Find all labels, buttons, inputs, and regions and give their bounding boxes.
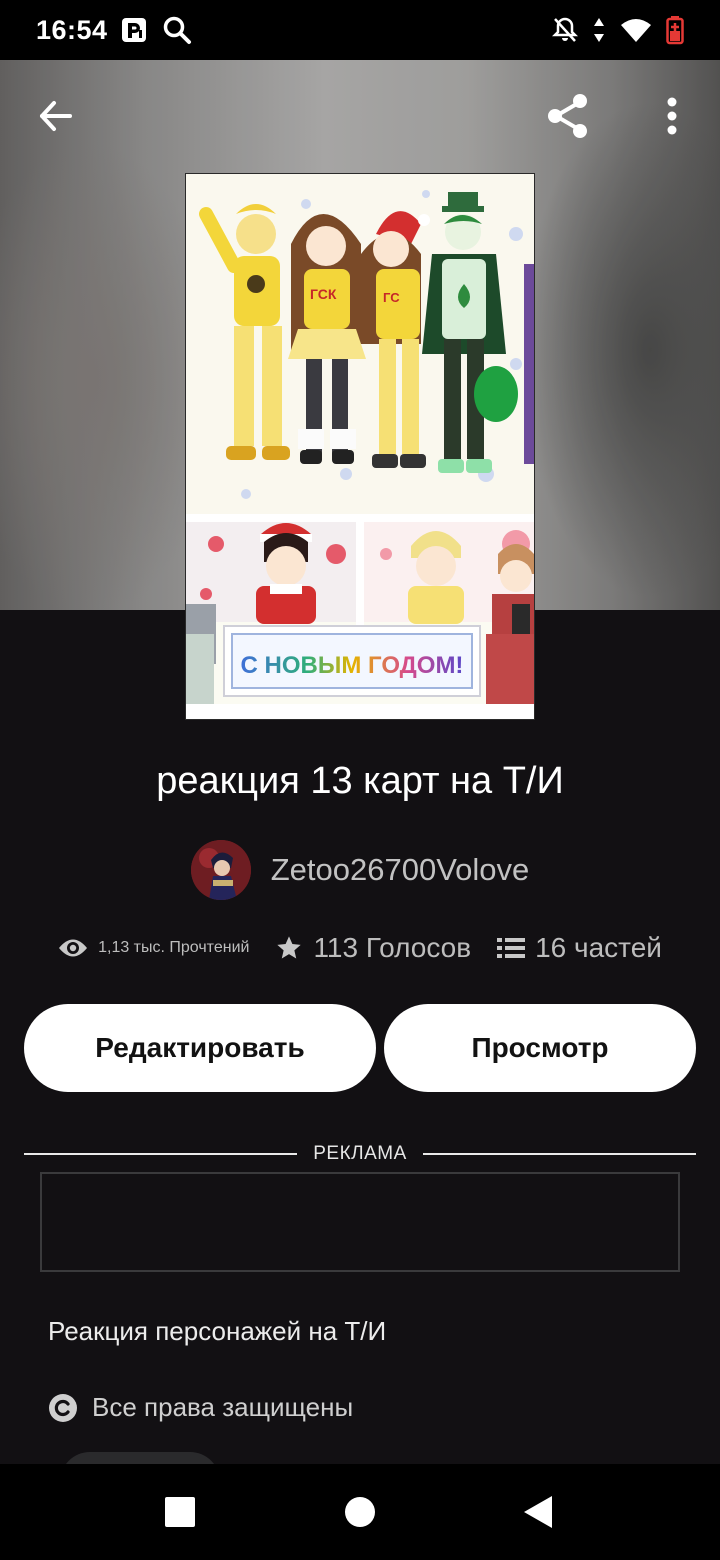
home-button[interactable] xyxy=(332,1484,388,1540)
story-description: Реакция персонажей на Т/И xyxy=(48,1316,387,1346)
square-icon xyxy=(165,1497,195,1527)
divider-line-left xyxy=(24,1153,298,1155)
search-icon xyxy=(162,15,192,45)
notifications-off-icon xyxy=(552,16,578,44)
wifi-icon xyxy=(620,17,652,43)
story-stats: 1,13 тыс. Прочтений 113 Голосов 16 часте… xyxy=(0,932,720,964)
share-button[interactable] xyxy=(540,88,596,144)
status-left-icons xyxy=(120,15,192,45)
data-arrows-icon xyxy=(592,16,606,44)
reads-stat: 1,13 тыс. Прочтений xyxy=(58,937,249,959)
status-bar: 16:54 xyxy=(0,0,720,60)
eye-icon xyxy=(59,939,88,957)
list-icon xyxy=(497,938,526,958)
battery-icon xyxy=(666,15,684,45)
more-vertical-icon xyxy=(667,97,677,135)
license-row: Все права защищены xyxy=(48,1392,353,1423)
story-details-screen: 16:54 ГСК ГС С НОВЫМ ГОДОМ! реакция 13 к… xyxy=(0,0,720,1560)
triangle-back-icon xyxy=(524,1496,552,1528)
parts-count: 16 частей xyxy=(535,932,662,963)
svg-text:С НОВЫМ ГОДОМ!: С НОВЫМ ГОДОМ! xyxy=(241,652,464,679)
avatar xyxy=(190,840,251,900)
story-title: реакция 13 карт на Т/И xyxy=(156,760,564,802)
svg-text:ГС: ГС xyxy=(383,290,400,305)
ad-label: РЕКЛАМА xyxy=(313,1143,407,1164)
votes-count: 113 Голосов xyxy=(313,932,472,963)
recents-button[interactable] xyxy=(152,1484,208,1540)
edit-button[interactable]: Редактировать xyxy=(24,1004,376,1092)
parking-icon xyxy=(120,16,148,44)
votes-stat: 113 Голосов xyxy=(275,932,471,964)
more-options-button[interactable] xyxy=(644,88,700,144)
status-time: 16:54 xyxy=(36,14,108,45)
license-text: Все права защищены xyxy=(92,1392,354,1422)
status-right-icons xyxy=(552,15,684,45)
parts-stat: 16 частей xyxy=(497,932,662,964)
reads-count: 1,13 тыс. Прочтений xyxy=(98,939,250,956)
author-name[interactable]: Zetoo26700Volove xyxy=(271,852,530,888)
back-button[interactable] xyxy=(28,88,84,144)
story-cover[interactable]: ГСК ГС С НОВЫМ ГОДОМ! xyxy=(185,173,535,720)
circle-icon xyxy=(345,1497,375,1527)
view-button[interactable]: Просмотр xyxy=(384,1004,696,1092)
svg-text:ГСК: ГСК xyxy=(310,286,337,302)
star-icon xyxy=(277,936,302,959)
copyright-icon xyxy=(49,1393,77,1422)
author-row[interactable]: Zetoo26700Volove xyxy=(0,840,720,900)
system-nav-bar xyxy=(0,1464,720,1560)
share-icon xyxy=(548,94,587,138)
system-back-button[interactable] xyxy=(510,1484,566,1540)
arrow-left-icon xyxy=(40,101,72,131)
cover-illustration: ГСК ГС С НОВЫМ ГОДОМ! xyxy=(186,174,534,719)
ad-divider: РЕКЛАМА xyxy=(24,1140,696,1168)
divider-line-right xyxy=(422,1153,696,1155)
ad-slot[interactable] xyxy=(40,1172,680,1272)
